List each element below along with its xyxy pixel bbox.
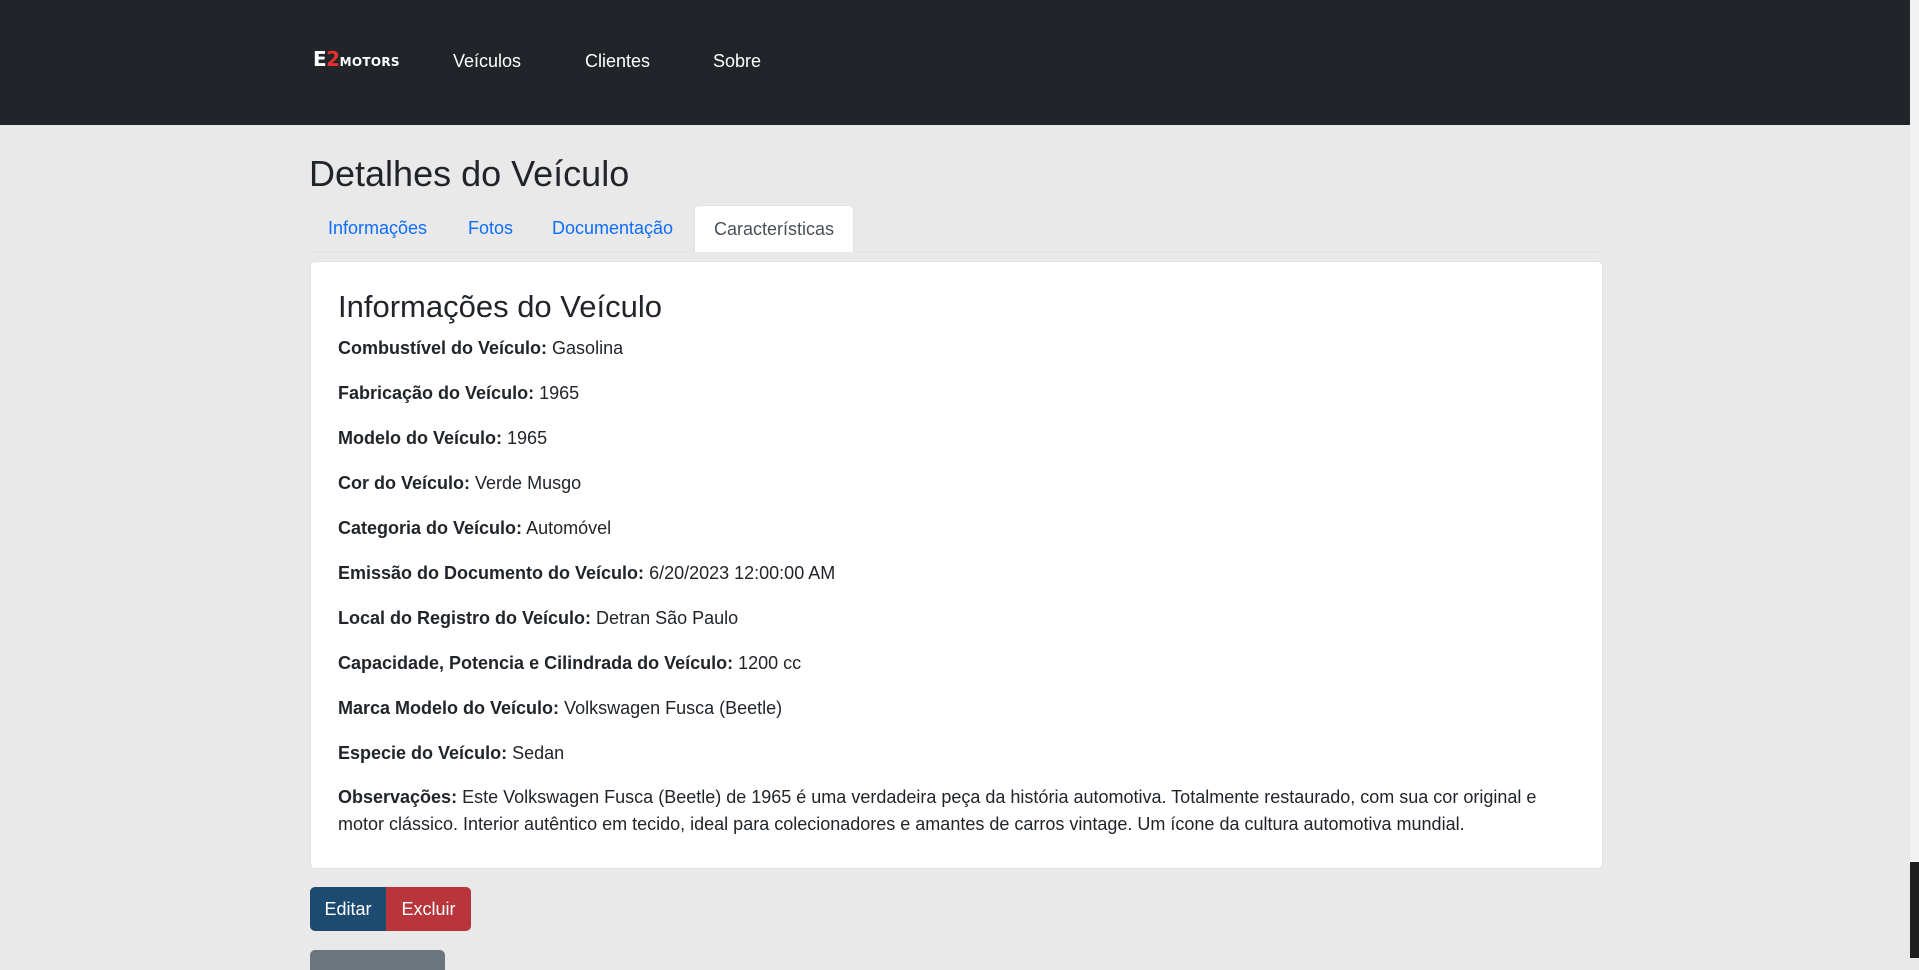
- nav-item-sobre[interactable]: Sobre: [713, 50, 761, 72]
- nav-item-clientes[interactable]: Clientes: [585, 50, 650, 72]
- field-label: Marca Modelo do Veículo:: [338, 698, 560, 718]
- field-value: Sedan: [512, 743, 565, 763]
- back-button[interactable]: [310, 950, 445, 970]
- field-value: 1200 cc: [738, 653, 802, 673]
- field-label: Capacidade, Potencia e Cilindrada do Veí…: [338, 653, 734, 673]
- tab-documentacao[interactable]: Documentação: [552, 205, 673, 252]
- field-value: Automóvel: [526, 518, 612, 538]
- brand-logo-e: E: [313, 47, 327, 71]
- field-label: Modelo do Veículo:: [338, 428, 503, 448]
- delete-button[interactable]: Excluir: [386, 887, 471, 931]
- top-navbar: E 2 MOTORS Veículos Clientes Sobre: [0, 0, 1910, 125]
- field-value: 1965: [507, 428, 548, 448]
- brand-logo-motors: MOTORS: [339, 55, 400, 69]
- field-label: Categoria do Veículo:: [338, 518, 523, 538]
- field-label: Emissão do Documento do Veículo:: [338, 563, 645, 583]
- field-emissao-documento: Emissão do Documento do Veículo: 6/20/20…: [338, 560, 835, 587]
- field-observacoes: Observações: Este Volkswagen Fusca (Beet…: [338, 784, 1578, 838]
- vehicle-info-card: Informações do Veículo Combustível do Ve…: [310, 261, 1603, 869]
- tab-caracteristicas[interactable]: Características: [694, 205, 854, 252]
- field-combustivel: Combustível do Veículo: Gasolina: [338, 335, 623, 362]
- page-scrollbar[interactable]: [1910, 0, 1919, 958]
- field-value: Volkswagen Fusca (Beetle): [564, 698, 783, 718]
- field-value: 6/20/2023 12:00:00 AM: [649, 563, 836, 583]
- page-scrollbar-thumb[interactable]: [1910, 862, 1919, 958]
- field-value: Este Volkswagen Fusca (Beetle) de 1965 é…: [338, 787, 1537, 834]
- nav-item-veiculos[interactable]: Veículos: [453, 50, 521, 72]
- edit-button[interactable]: Editar: [310, 887, 386, 931]
- field-fabricacao: Fabricação do Veículo: 1965: [338, 380, 579, 407]
- field-especie: Especie do Veículo: Sedan: [338, 740, 564, 767]
- field-label: Observações:: [338, 787, 458, 807]
- field-categoria: Categoria do Veículo: Automóvel: [338, 515, 611, 542]
- field-capacidade: Capacidade, Potencia e Cilindrada do Veí…: [338, 650, 801, 677]
- field-value: Gasolina: [552, 338, 624, 358]
- field-modelo: Modelo do Veículo: 1965: [338, 425, 547, 452]
- tab-fotos[interactable]: Fotos: [468, 205, 513, 252]
- brand-logo-2: 2: [326, 47, 340, 71]
- card-title: Informações do Veículo: [338, 289, 662, 324]
- field-cor: Cor do Veículo: Verde Musgo: [338, 470, 581, 497]
- field-label: Local do Registro do Veículo:: [338, 608, 592, 628]
- field-local-registro: Local do Registro do Veículo: Detran São…: [338, 605, 738, 632]
- field-label: Fabricação do Veículo:: [338, 383, 535, 403]
- field-value: Detran São Paulo: [596, 608, 739, 628]
- field-value: 1965: [539, 383, 580, 403]
- tab-informacoes[interactable]: Informações: [328, 205, 427, 252]
- field-marca-modelo: Marca Modelo do Veículo: Volkswagen Fusc…: [338, 695, 782, 722]
- brand-logo[interactable]: E 2 MOTORS: [313, 49, 400, 69]
- field-label: Cor do Veículo:: [338, 473, 471, 493]
- page-title: Detalhes do Veículo: [309, 153, 630, 194]
- field-label: Combustível do Veículo:: [338, 338, 548, 358]
- field-value: Verde Musgo: [475, 473, 582, 493]
- field-label: Especie do Veículo:: [338, 743, 508, 763]
